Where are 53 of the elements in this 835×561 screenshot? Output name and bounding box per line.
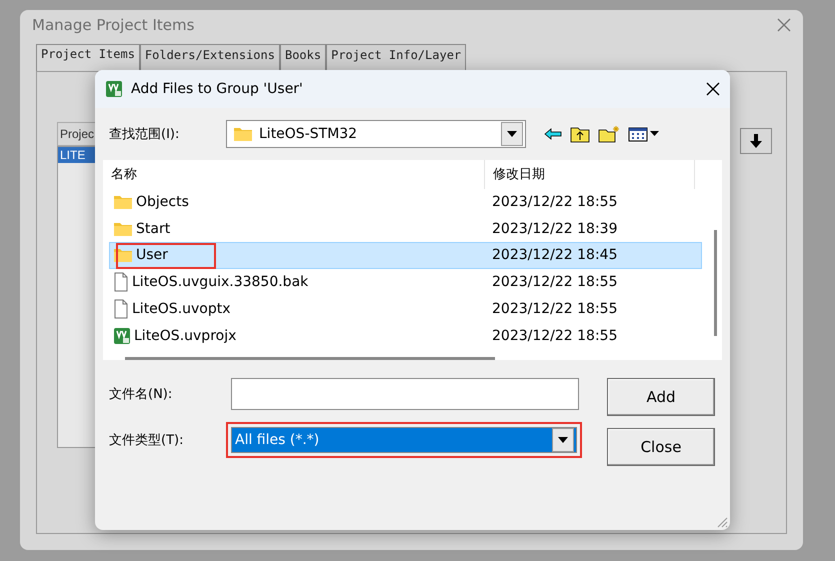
folder-icon xyxy=(233,126,253,142)
file-name-label: 文件名(N): xyxy=(108,386,174,403)
caret-icon xyxy=(558,437,568,443)
look-in-dropdown[interactable]: LiteOS-STM32 xyxy=(226,120,526,148)
tab[interactable]: Folders/Extensions xyxy=(140,44,280,71)
file-date: 2023/12/22 18:39 xyxy=(491,220,618,237)
caret-icon xyxy=(507,131,517,137)
tab[interactable]: Project Info/Layer xyxy=(326,44,466,71)
file-name: LiteOS.uvprojx xyxy=(134,328,236,344)
window-title: Manage Project Items xyxy=(32,16,194,34)
file-name-field[interactable] xyxy=(231,378,579,410)
column-header[interactable]: 名称 xyxy=(103,160,485,189)
vertical-scrollbar[interactable] xyxy=(714,230,716,336)
file-name: Start xyxy=(136,220,170,237)
folder-icon xyxy=(113,194,133,210)
new-folder-icon[interactable] xyxy=(598,125,620,143)
dialog-title: Add Files to Group 'User' xyxy=(131,81,304,97)
file-date: 2023/12/22 18:55 xyxy=(491,328,618,344)
file-row[interactable]: LiteOS.uvoptx 2023/12/22 18:55 xyxy=(109,296,702,322)
down-arrow-icon xyxy=(750,134,762,148)
tab[interactable]: Books xyxy=(280,44,326,71)
tab[interactable]: Project Items xyxy=(36,44,140,71)
file-row[interactable]: LiteOS.uvprojx 2023/12/22 18:55 xyxy=(109,322,702,350)
app-icon xyxy=(113,326,131,345)
list-item[interactable]: LITE xyxy=(58,147,96,163)
file-name: LiteOS.uvguix.33850.bak xyxy=(132,274,308,290)
file-icon xyxy=(113,272,129,292)
file-name: User xyxy=(136,247,168,264)
back-arrow-icon[interactable] xyxy=(544,128,562,140)
up-folder-icon[interactable] xyxy=(570,125,590,143)
horizontal-scrollbar[interactable] xyxy=(125,357,495,360)
file-name: LiteOS.uvoptx xyxy=(132,301,231,318)
close-icon[interactable] xyxy=(706,82,720,96)
file-date: 2023/12/22 18:55 xyxy=(491,274,618,290)
move-down-button[interactable] xyxy=(740,128,772,154)
file-type-label: 文件类型(T): xyxy=(108,432,184,449)
file-date: 2023/12/22 18:55 xyxy=(491,301,618,318)
column-header[interactable]: 修改日期 xyxy=(485,160,695,189)
dialog-button[interactable]: Add xyxy=(607,378,715,416)
file-row[interactable]: Start 2023/12/22 18:39 xyxy=(109,215,702,242)
dialog-button[interactable]: Close xyxy=(607,428,715,466)
file-row[interactable]: User 2023/12/22 18:45 xyxy=(109,242,702,269)
folder-icon xyxy=(113,220,133,237)
file-name: Objects xyxy=(136,194,189,210)
file-date: 2023/12/22 18:45 xyxy=(491,247,618,264)
file-row[interactable]: Objects 2023/12/22 18:55 xyxy=(109,188,702,216)
resize-grip-icon[interactable] xyxy=(716,516,728,528)
view-menu-icon[interactable] xyxy=(628,126,660,142)
file-icon xyxy=(113,299,129,320)
file-row[interactable]: LiteOS.uvguix.33850.bak 2023/12/22 18:55 xyxy=(109,268,702,296)
app-logo-icon xyxy=(105,80,123,98)
file-type-dropdown[interactable]: All files (*.*) xyxy=(231,427,577,453)
file-date: 2023/12/22 18:55 xyxy=(491,194,618,210)
